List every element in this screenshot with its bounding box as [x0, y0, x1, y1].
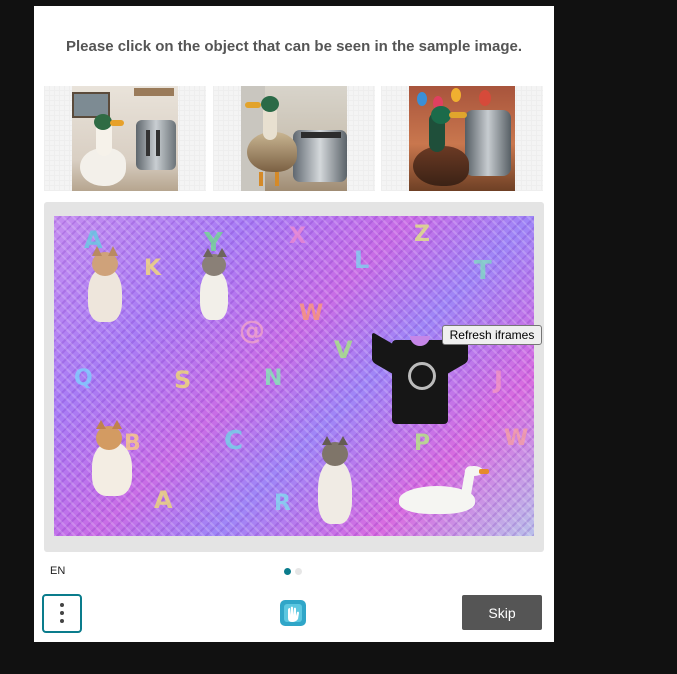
- hcaptcha-hand-icon: [276, 596, 310, 630]
- kebab-menu-icon: [60, 603, 64, 607]
- skip-button[interactable]: Skip: [462, 595, 542, 630]
- challenge-object-cat[interactable]: [76, 246, 126, 326]
- sample-image-1: [44, 86, 206, 191]
- challenge-image[interactable]: A K Y X L Z T @ W V Q S N J B C P W A R …: [54, 216, 534, 536]
- menu-button[interactable]: [42, 594, 82, 633]
- kebab-menu-icon: [60, 611, 64, 615]
- page-indicator-inactive: [295, 568, 302, 575]
- challenge-object-cat[interactable]: [86, 418, 136, 498]
- kebab-menu-icon: [60, 619, 64, 623]
- language-selector[interactable]: EN: [50, 565, 65, 577]
- challenge-object-t-shirt[interactable]: [372, 331, 468, 426]
- refresh-iframes-button[interactable]: Refresh iframes: [442, 325, 542, 345]
- sample-image-2: [213, 86, 375, 191]
- challenge-prompt: Please click on the object that can be s…: [66, 38, 522, 55]
- page-indicator-active: [284, 568, 291, 575]
- challenge-object-cat[interactable]: [310, 434, 360, 529]
- sample-image-3: [381, 86, 543, 191]
- challenge-object-cat[interactable]: [194, 248, 234, 323]
- challenge-object-swan[interactable]: [399, 465, 491, 516]
- captcha-card: Please click on the object that can be s…: [34, 6, 554, 642]
